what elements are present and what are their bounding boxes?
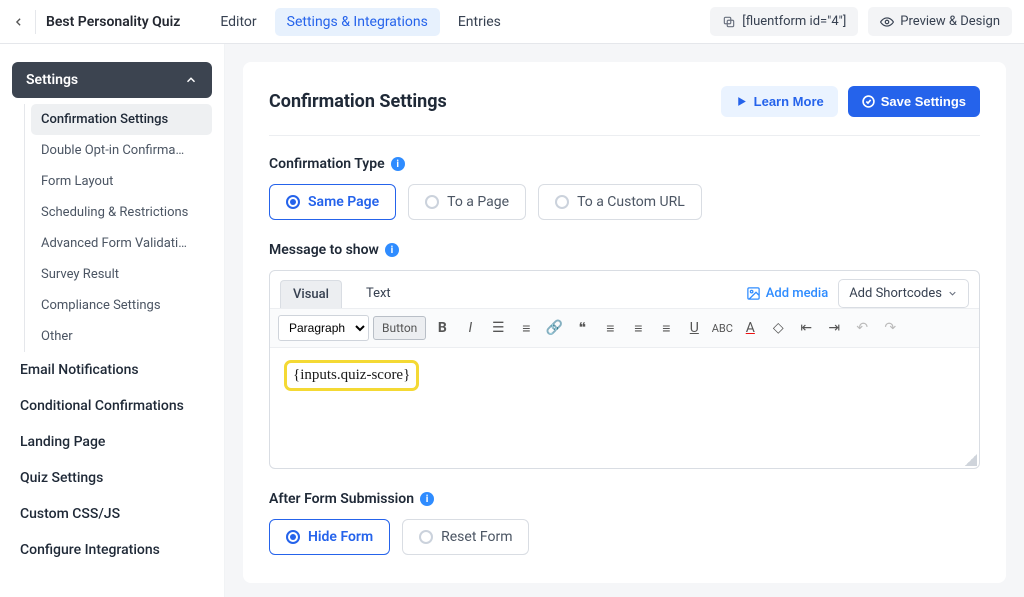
radio-dot-icon — [286, 530, 300, 544]
sidebar-item-form-layout[interactable]: Form Layout — [31, 166, 212, 197]
info-icon[interactable]: i — [420, 492, 434, 506]
redo-button[interactable]: ↷ — [878, 316, 902, 340]
eye-icon — [880, 15, 894, 29]
after-submission-options: Hide Form Reset Form — [269, 519, 980, 555]
radio-dot-icon — [555, 195, 569, 209]
message-to-show-label: Message to show i — [269, 242, 980, 258]
radio-to-a-page[interactable]: To a Page — [408, 184, 526, 220]
content-area: Confirmation Settings Learn More Save Se… — [225, 44, 1024, 597]
chevron-down-icon — [947, 288, 958, 299]
sidebar-item-double-opt-in[interactable]: Double Opt-in Confirma… — [31, 135, 212, 166]
page-title: Best Personality Quiz — [46, 14, 180, 30]
sidebar-item-scheduling[interactable]: Scheduling & Restrictions — [31, 197, 212, 228]
preview-label: Preview & Design — [900, 14, 1000, 29]
preview-design-button[interactable]: Preview & Design — [868, 7, 1012, 36]
bold-button[interactable]: B — [430, 316, 454, 340]
clear-format-button[interactable]: ◇ — [766, 316, 790, 340]
info-icon[interactable]: i — [391, 157, 405, 171]
quote-button[interactable]: ❝ — [570, 316, 594, 340]
check-circle-icon — [862, 95, 875, 108]
radio-dot-icon — [286, 195, 300, 209]
editor-tab-text[interactable]: Text — [354, 280, 403, 307]
editor-tab-visual[interactable]: Visual — [280, 280, 342, 308]
radio-reset-form[interactable]: Reset Form — [402, 519, 529, 555]
save-settings-button[interactable]: Save Settings — [848, 86, 980, 117]
format-select[interactable]: Paragraph — [278, 315, 369, 341]
tab-entries[interactable]: Entries — [446, 8, 513, 36]
resize-handle[interactable] — [965, 454, 977, 466]
link-button[interactable]: 🔗 — [542, 316, 566, 340]
back-button[interactable] — [12, 10, 36, 34]
sidebar-group-label: Settings — [26, 72, 78, 88]
editor-content[interactable]: {inputs.quiz-score} — [270, 348, 979, 468]
undo-button[interactable]: ↶ — [850, 316, 874, 340]
sidebar-group-settings[interactable]: Settings — [12, 62, 212, 98]
sidebar-item-other[interactable]: Other — [31, 321, 212, 352]
strikethrough-button[interactable]: ABC — [710, 316, 734, 340]
button-tool[interactable]: Button — [373, 316, 426, 340]
confirmation-type-label: Confirmation Type i — [269, 156, 980, 172]
shortcode-text: [fluentform id="4"] — [742, 14, 846, 29]
sidebar-item-landing-page[interactable]: Landing Page — [12, 424, 212, 460]
tab-editor[interactable]: Editor — [208, 8, 268, 36]
add-media-button[interactable]: Add media — [746, 286, 828, 301]
sidebar-item-conditional-confirmations[interactable]: Conditional Confirmations — [12, 388, 212, 424]
chevron-up-icon — [184, 73, 198, 87]
learn-more-button[interactable]: Learn More — [721, 86, 838, 117]
sidebar-item-custom-css-js[interactable]: Custom CSS/JS — [12, 496, 212, 532]
add-shortcodes-button[interactable]: Add Shortcodes — [838, 279, 969, 308]
radio-dot-icon — [425, 195, 439, 209]
top-bar: Best Personality Quiz Editor Settings & … — [0, 0, 1024, 44]
sidebar-item-compliance[interactable]: Compliance Settings — [31, 290, 212, 321]
chevron-left-icon — [12, 15, 25, 29]
indent-button[interactable]: ⇥ — [822, 316, 846, 340]
underline-button[interactable]: U — [682, 316, 706, 340]
sidebar-item-quiz-settings[interactable]: Quiz Settings — [12, 460, 212, 496]
after-form-submission-label: After Form Submission i — [269, 491, 980, 507]
confirmation-type-options: Same Page To a Page To a Custom URL — [269, 184, 980, 220]
top-nav: Editor Settings & Integrations Entries — [208, 8, 513, 36]
align-right-button[interactable]: ≡ — [654, 316, 678, 340]
outdent-button[interactable]: ⇤ — [794, 316, 818, 340]
card-title: Confirmation Settings — [269, 91, 447, 112]
sidebar-item-email-notifications[interactable]: Email Notifications — [12, 352, 212, 388]
confirmation-settings-card: Confirmation Settings Learn More Save Se… — [243, 62, 1006, 583]
sidebar-item-confirmation-settings[interactable]: Confirmation Settings — [31, 104, 212, 135]
tab-settings-integrations[interactable]: Settings & Integrations — [275, 8, 440, 36]
rich-text-editor: Visual Text Add media Add Shortcodes — [269, 270, 980, 469]
radio-same-page[interactable]: Same Page — [269, 184, 396, 220]
radio-hide-form[interactable]: Hide Form — [269, 519, 390, 555]
sidebar-tree: Confirmation Settings Double Opt-in Conf… — [24, 104, 212, 352]
sidebar-item-survey-result[interactable]: Survey Result — [31, 259, 212, 290]
sidebar: Settings Confirmation Settings Double Op… — [0, 44, 225, 597]
media-icon — [746, 286, 761, 301]
info-icon[interactable]: i — [385, 243, 399, 257]
radio-dot-icon — [419, 530, 433, 544]
sidebar-item-advanced-validation[interactable]: Advanced Form Validati… — [31, 228, 212, 259]
italic-button[interactable]: I — [458, 316, 482, 340]
align-center-button[interactable]: ≡ — [626, 316, 650, 340]
sidebar-item-configure-integrations[interactable]: Configure Integrations — [12, 532, 212, 568]
text-color-button[interactable]: A — [738, 316, 762, 340]
numbered-list-button[interactable]: ≡ — [514, 316, 538, 340]
shortcode-placeholder: {inputs.quiz-score} — [284, 360, 419, 391]
copy-icon — [722, 15, 736, 29]
editor-toolbar: Paragraph Button B I ☰ ≡ 🔗 ❝ ≡ ≡ ≡ U ABC… — [270, 308, 979, 348]
play-icon — [735, 95, 748, 108]
shortcode-chip[interactable]: [fluentform id="4"] — [710, 7, 858, 36]
radio-to-custom-url[interactable]: To a Custom URL — [538, 184, 702, 220]
align-left-button[interactable]: ≡ — [598, 316, 622, 340]
bullet-list-button[interactable]: ☰ — [486, 316, 510, 340]
